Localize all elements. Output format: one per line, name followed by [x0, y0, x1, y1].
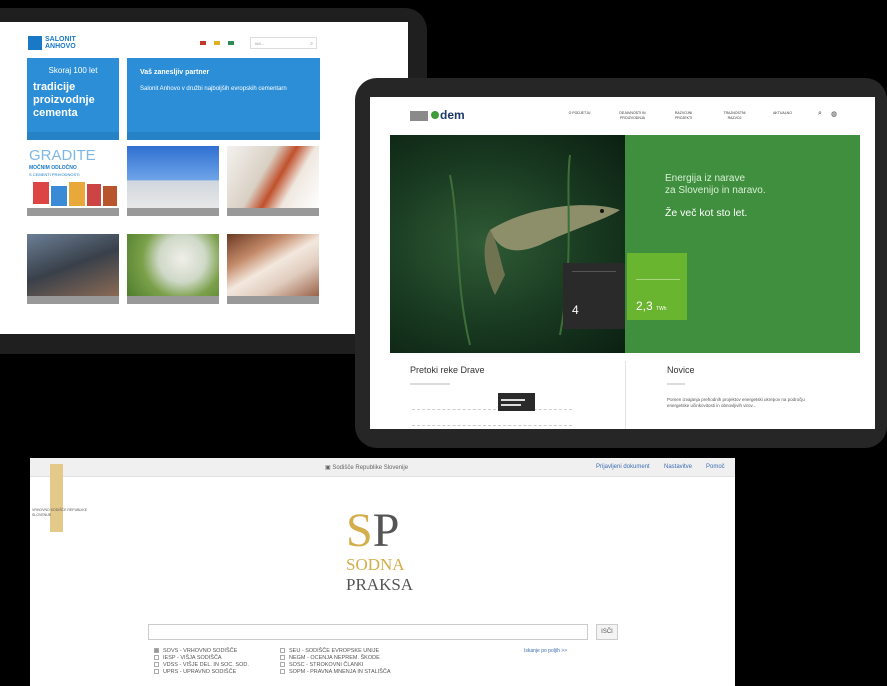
check-seu[interactable]: SEU - SODIŠČE EVROPSKE UNIJE — [280, 648, 391, 655]
language-flag-2[interactable] — [214, 41, 220, 45]
tradition-small-text: Skoraj 100 let — [48, 66, 98, 75]
check-iesp[interactable]: IESP - VIŠJA SODIŠČA — [154, 655, 249, 662]
tile-sheets-image — [227, 234, 319, 296]
tile-bar — [27, 296, 119, 304]
stat-card-green[interactable]: 2,3 TWh — [627, 253, 687, 320]
gradite-sub2: S CEMENTI PRIHODNOSTI — [29, 172, 80, 177]
tradition-line-3: cementa — [33, 107, 78, 119]
tradition-line-1: tradicije — [33, 81, 76, 93]
tile-plant-image — [127, 146, 219, 208]
pretoki-title: Pretoki reke Drave — [410, 365, 485, 375]
hero-line-2: za Slovenijo in naravo. — [665, 185, 766, 196]
hero-green-panel: Energija iz narave za Slovenijo in narav… — [625, 135, 860, 353]
nav-aktualno[interactable]: AKTUALNO — [765, 111, 800, 116]
globe-icon[interactable]: ◍ — [831, 110, 837, 118]
novice-title: Novice — [667, 365, 695, 375]
salonit-logo-mark — [28, 36, 42, 50]
tile-gradite[interactable]: GRADITE MOČNIM ODLOČNO S CEMENTI PRIHODN… — [27, 146, 119, 216]
tile-lab-image — [227, 146, 319, 208]
check-uprs[interactable]: UPRS - UPRAVNO SODIŠČE — [154, 669, 249, 676]
link-prijavljeni[interactable]: Prijavljeni dokument — [596, 464, 650, 470]
tile-sheets[interactable] — [227, 234, 319, 304]
tile-tree-image — [127, 234, 219, 296]
tradition-line-2: proizvodnje — [33, 94, 95, 106]
nav-dejavnosti[interactable]: DEJAVNOSTI IN PROIZVODNJA — [615, 111, 650, 121]
nav-o-podjetju[interactable]: O PODJETJU — [562, 111, 597, 116]
check-vdss[interactable]: VDSS - VIŠJE DEL. IN SOC. SOD. — [154, 662, 249, 669]
stat-green-value: 2,3 — [636, 299, 653, 313]
gradite-title: GRADITE — [29, 147, 96, 164]
tile-plant[interactable] — [127, 146, 219, 216]
logo-sodna: SODNA — [346, 555, 405, 574]
search-icon[interactable]: ⌕ — [310, 41, 313, 47]
salonit-logo-line1: SALONIT — [45, 36, 76, 43]
check-negm[interactable]: NEGM - OCENJA NEPREM. ŠKODE — [280, 655, 391, 662]
leaf-icon — [431, 111, 439, 119]
tile-tree[interactable] — [127, 234, 219, 304]
link-nastavitve[interactable]: Nastavitve — [664, 464, 692, 470]
dem-screen: dem O PODJETJU DEJAVNOSTI IN PROIZVODNJA… — [370, 97, 875, 429]
tile-lab[interactable] — [227, 146, 319, 216]
section-divider — [625, 361, 626, 429]
salonit-screen: SALONIT ANHOVO Išči... ⌕ Skoraj 100 let … — [0, 22, 408, 334]
search-placeholder: Išči... — [255, 41, 265, 46]
court-title: ▣ Sodišče Republike Slovenije — [325, 465, 409, 471]
court-checklist-right: SEU - SODIŠČE EVROPSKE UNIJE NEGM - OCEN… — [280, 648, 391, 676]
top-bar: ▣ Sodišče Republike Slovenije Prijavljen… — [30, 458, 735, 477]
stat-dark-value: 4 — [572, 303, 579, 317]
partner-box[interactable]: Vaš zanesljiv partner Salonit Anhovo v d… — [127, 58, 320, 140]
novice-text[interactable]: Pomen izvajanja prehodnih projektov ener… — [667, 397, 807, 408]
dem-logo[interactable]: dem — [410, 109, 480, 123]
tile-building[interactable] — [27, 234, 119, 304]
court-checklist-left: SOVS - VRHOVNO SODIŠČE IESP - VIŠJA SODI… — [154, 648, 249, 676]
court-emblem — [50, 464, 63, 532]
court-emblem-text: VRHOVNO SODIŠČE REPUBLIKE SLOVENIJE — [32, 508, 88, 517]
check-sosc[interactable]: SOSC - STROKOVNI ČLANKI — [280, 662, 391, 669]
partner-text: Salonit Anhovo v družbi najboljših evrop… — [140, 86, 287, 92]
nav-trajnostni-razvoj[interactable]: TRAJNOSTNI RAZVOJ — [717, 111, 752, 121]
sp-logo: SP — [346, 504, 400, 557]
check-sopm[interactable]: SOPM - PRAVNA MNENJA IN STALIŠČA — [280, 669, 391, 676]
stat-card-dark[interactable]: 4 — [563, 263, 625, 329]
link-pomoc[interactable]: Pomoč — [706, 464, 725, 470]
salonit-logo[interactable]: SALONIT ANHOVO — [28, 36, 88, 50]
dem-logo-text: dem — [440, 108, 465, 122]
gradite-sub1: MOČNIM ODLOČNO — [29, 165, 77, 171]
tradition-bar — [27, 132, 119, 140]
partner-title: Vaš zanesljiv partner — [140, 69, 210, 76]
hero-banner: Energija iz narave za Slovenijo in narav… — [390, 135, 860, 353]
salonit-logo-line2: ANHOVO — [45, 43, 76, 50]
language-flag-1[interactable] — [200, 41, 206, 45]
partner-bar — [127, 132, 320, 140]
tile-building-image — [27, 234, 119, 296]
check-sovs[interactable]: SOVS - VRHOVNO SODIŠČE — [154, 648, 249, 655]
search-button[interactable]: ISČI — [596, 624, 618, 640]
tile-bar — [227, 208, 319, 216]
search-input[interactable]: Išči... ⌕ — [250, 37, 317, 49]
chart-tooltip — [498, 393, 535, 411]
tile-bar — [127, 208, 219, 216]
nav-razvojni-projekti[interactable]: RAZVOJNI PROJEKTI — [666, 111, 701, 121]
logo-praksa: PRAKSA — [346, 575, 414, 594]
tile-bar — [227, 296, 319, 304]
chart-gridline — [412, 409, 572, 410]
search-input[interactable] — [148, 624, 588, 640]
hero-line-1: Energija iz narave — [665, 173, 746, 184]
dem-logo-badge — [410, 111, 428, 121]
novice-date-line — [667, 383, 685, 385]
chart-gridline — [412, 425, 572, 426]
advanced-search-link[interactable]: Iskanje po poljih >> — [524, 648, 567, 654]
sodna-praksa-screen: ▣ Sodišče Republike Slovenije Prijavljen… — [30, 458, 735, 686]
hero-line-3: Že več kot sto let. — [665, 207, 748, 219]
tile-bar — [127, 296, 219, 304]
tile-gradite-image: GRADITE MOČNIM ODLOČNO S CEMENTI PRIHODN… — [27, 146, 119, 208]
language-flag-3[interactable] — [228, 41, 234, 45]
stat-green-unit: TWh — [656, 306, 667, 312]
pretoki-date-line — [410, 383, 450, 385]
tradition-box[interactable]: Skoraj 100 let tradicije proizvodnje cem… — [27, 58, 119, 140]
tile-bar — [27, 208, 119, 216]
search-icon[interactable]: ⌕ — [818, 110, 822, 118]
